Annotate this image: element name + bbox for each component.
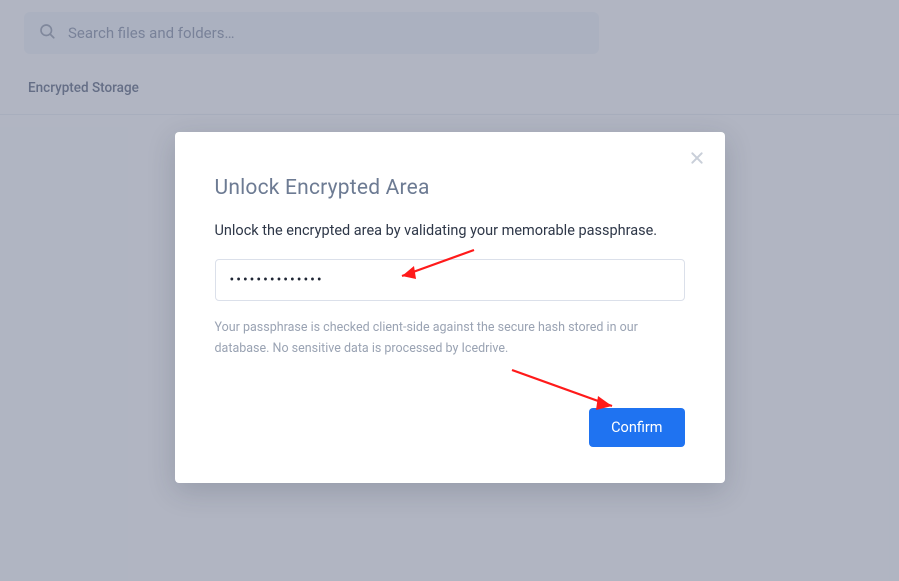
modal-actions: Confirm: [215, 408, 685, 447]
unlock-modal: Unlock Encrypted Area Unlock the encrypt…: [175, 132, 725, 483]
modal-description: Unlock the encrypted area by validating …: [215, 222, 685, 239]
close-button[interactable]: [689, 150, 705, 170]
modal-note: Your passphrase is checked client-side a…: [215, 317, 685, 360]
confirm-button[interactable]: Confirm: [589, 408, 684, 447]
passphrase-input[interactable]: [215, 259, 685, 301]
modal-title: Unlock Encrypted Area: [215, 176, 685, 200]
